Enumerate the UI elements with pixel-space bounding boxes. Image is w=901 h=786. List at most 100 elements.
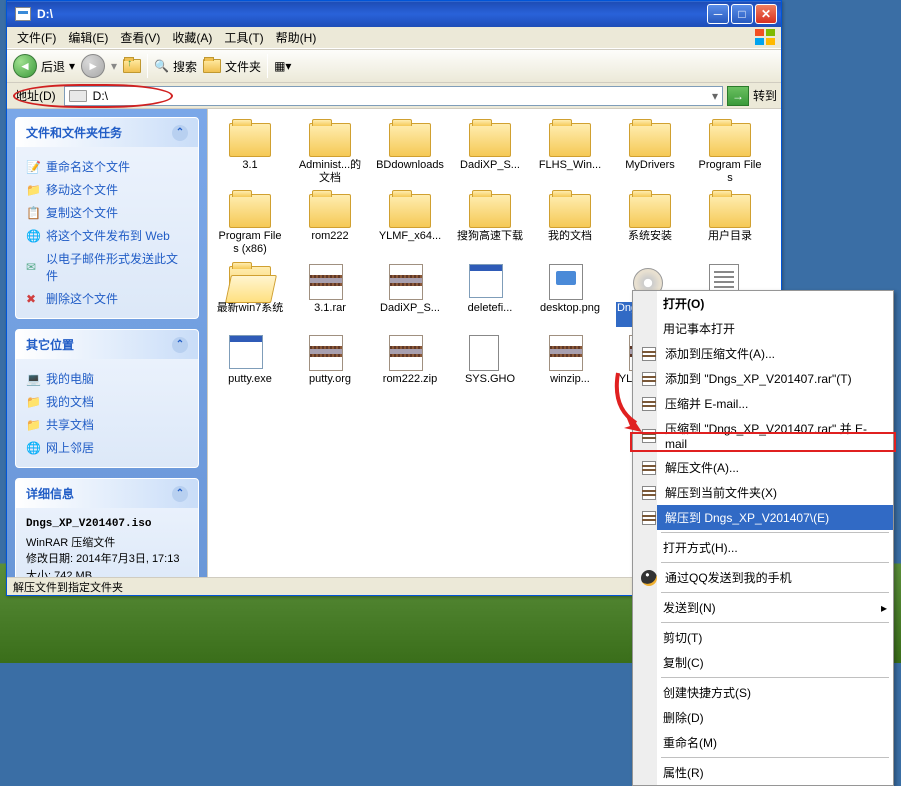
menu-extract-to[interactable]: 解压到 Dngs_XP_V201407\(E)	[657, 505, 893, 530]
tasks-panel: 文件和文件夹任务 ⌃ 📝重命名这个文件📁移动这个文件📋复制这个文件🌐将这个文件发…	[15, 117, 199, 319]
maximize-button[interactable]: □	[731, 4, 753, 24]
file-label: 搜狗高速下载	[457, 230, 523, 243]
menu-create-shortcut[interactable]: 创建快捷方式(S)	[657, 680, 893, 705]
tasks-title: 文件和文件夹任务	[26, 124, 122, 141]
menu-properties[interactable]: 属性(R)	[657, 760, 893, 785]
dropdown-icon[interactable]: ▾	[712, 89, 718, 103]
file-item[interactable]: winzip...	[534, 333, 606, 388]
file-item[interactable]: 系统安装	[614, 190, 686, 257]
file-item[interactable]: DadiXP_S...	[454, 119, 526, 186]
go-button[interactable]: →	[727, 86, 749, 106]
dropdown-icon[interactable]: ▾	[69, 59, 75, 73]
menu-rename[interactable]: 重命名(M)	[657, 730, 893, 755]
menu-extract-here[interactable]: 解压到当前文件夹(X)	[657, 480, 893, 505]
place-item[interactable]: 📁我的文档	[26, 390, 188, 413]
file-item[interactable]: MyDrivers	[614, 119, 686, 186]
menu-compress-to-email[interactable]: 压缩到 "Dngs_XP_V201407.rar" 并 E-mail	[657, 416, 893, 455]
details-body: Dngs_XP_V201407.iso WinRAR 压缩文件 修改日期: 20…	[16, 508, 198, 577]
collapse-icon[interactable]: ⌃	[172, 125, 188, 141]
separator	[661, 757, 889, 758]
file-item[interactable]: DadiXP_S...	[374, 262, 446, 329]
place-item[interactable]: 💻我的电脑	[26, 367, 188, 390]
up-button[interactable]: ↑	[123, 59, 141, 73]
menu-send-to[interactable]: 发送到(N)▸	[657, 595, 893, 620]
file-item[interactable]: FLHS_Win...	[534, 119, 606, 186]
collapse-icon[interactable]: ⌃	[172, 337, 188, 353]
file-item[interactable]: 3.1.rar	[294, 262, 366, 329]
file-item[interactable]: YLMF_x64...	[374, 190, 446, 257]
task-item[interactable]: ✉以电子邮件形式发送此文件	[26, 247, 188, 287]
task-icon: ✖	[26, 292, 40, 306]
menu-favorites[interactable]: 收藏(A)	[166, 27, 218, 48]
separator	[147, 54, 148, 78]
menu-add-to[interactable]: 添加到 "Dngs_XP_V201407.rar"(T)	[657, 366, 893, 391]
menu-cut[interactable]: 剪切(T)	[657, 625, 893, 650]
dropdown-icon[interactable]: ▾	[111, 59, 117, 73]
file-item[interactable]: SYS.GHO	[454, 333, 526, 388]
file-label: desktop.png	[540, 302, 600, 315]
file-label: putty.exe	[228, 373, 272, 386]
address-input[interactable]: D:\ ▾	[64, 86, 723, 106]
task-item[interactable]: 📝重命名这个文件	[26, 155, 188, 178]
menu-open-with[interactable]: 打开方式(H)...	[657, 535, 893, 560]
task-item[interactable]: 🌐将这个文件发布到 Web	[26, 224, 188, 247]
menu-add-archive[interactable]: 添加到压缩文件(A)...	[657, 341, 893, 366]
collapse-icon[interactable]: ⌃	[172, 486, 188, 502]
context-menu: 打开(O) 用记事本打开 添加到压缩文件(A)... 添加到 "Dngs_XP_…	[632, 290, 894, 786]
file-item[interactable]: Program Files	[694, 119, 766, 186]
details-filename: Dngs_XP_V201407.iso	[26, 516, 188, 533]
task-icon: 🌐	[26, 229, 40, 243]
file-icon	[709, 192, 751, 228]
details-header[interactable]: 详细信息 ⌃	[16, 479, 198, 508]
menu-extract-files[interactable]: 解压文件(A)...	[657, 455, 893, 480]
menu-delete[interactable]: 删除(D)	[657, 705, 893, 730]
file-item[interactable]: desktop.png	[534, 262, 606, 329]
file-label: SYS.GHO	[465, 373, 515, 386]
place-item[interactable]: 📁共享文档	[26, 413, 188, 436]
menu-tools[interactable]: 工具(T)	[218, 27, 269, 48]
menu-open[interactable]: 打开(O)	[657, 291, 893, 316]
forward-button[interactable]: ►	[81, 54, 105, 78]
menu-view[interactable]: 查看(V)	[114, 27, 166, 48]
search-button[interactable]: 🔍 搜索	[154, 58, 197, 75]
back-button[interactable]: ◄ 后退 ▾	[13, 54, 75, 78]
file-item[interactable]: rom222.zip	[374, 333, 446, 388]
task-item[interactable]: 📋复制这个文件	[26, 201, 188, 224]
menu-edit[interactable]: 编辑(E)	[62, 27, 114, 48]
title-bar[interactable]: D:\ ─ □ ✕	[7, 1, 781, 27]
tasks-header[interactable]: 文件和文件夹任务 ⌃	[16, 118, 198, 147]
menu-qq-send[interactable]: 通过QQ发送到我的手机	[657, 565, 893, 590]
address-value: D:\	[93, 89, 108, 103]
minimize-button[interactable]: ─	[707, 4, 729, 24]
annotation-arrow	[608, 368, 656, 441]
file-item[interactable]: 搜狗高速下载	[454, 190, 526, 257]
close-button[interactable]: ✕	[755, 4, 777, 24]
separator	[661, 532, 889, 533]
drive-icon	[69, 90, 87, 102]
file-label: winzip...	[550, 373, 590, 386]
file-item[interactable]: 我的文档	[534, 190, 606, 257]
file-item[interactable]: rom222	[294, 190, 366, 257]
menu-help[interactable]: 帮助(H)	[270, 27, 323, 48]
file-item[interactable]: Program Files (x86)	[214, 190, 286, 257]
task-icon: 📋	[26, 206, 40, 220]
file-item[interactable]: 最新win7系统	[214, 262, 286, 329]
windows-flag-icon	[755, 29, 777, 45]
task-item[interactable]: 📁移动这个文件	[26, 178, 188, 201]
file-item[interactable]: deletefi...	[454, 262, 526, 329]
menu-open-notepad[interactable]: 用记事本打开	[657, 316, 893, 341]
file-item[interactable]: 3.1	[214, 119, 286, 186]
file-item[interactable]: Administ...的文档	[294, 119, 366, 186]
menu-file[interactable]: 文件(F)	[11, 27, 62, 48]
file-item[interactable]: 用户目录	[694, 190, 766, 257]
file-item[interactable]: putty.org	[294, 333, 366, 388]
place-label: 共享文档	[46, 416, 94, 433]
views-button[interactable]: ▦▾	[274, 59, 291, 73]
folders-button[interactable]: 文件夹	[203, 58, 261, 75]
places-header[interactable]: 其它位置 ⌃	[16, 330, 198, 359]
file-item[interactable]: BDdownloads	[374, 119, 446, 186]
file-item[interactable]: putty.exe	[214, 333, 286, 388]
place-item[interactable]: 🌐网上邻居	[26, 436, 188, 459]
task-item[interactable]: ✖删除这个文件	[26, 287, 188, 310]
menu-compress-email[interactable]: 压缩并 E-mail...	[657, 391, 893, 416]
